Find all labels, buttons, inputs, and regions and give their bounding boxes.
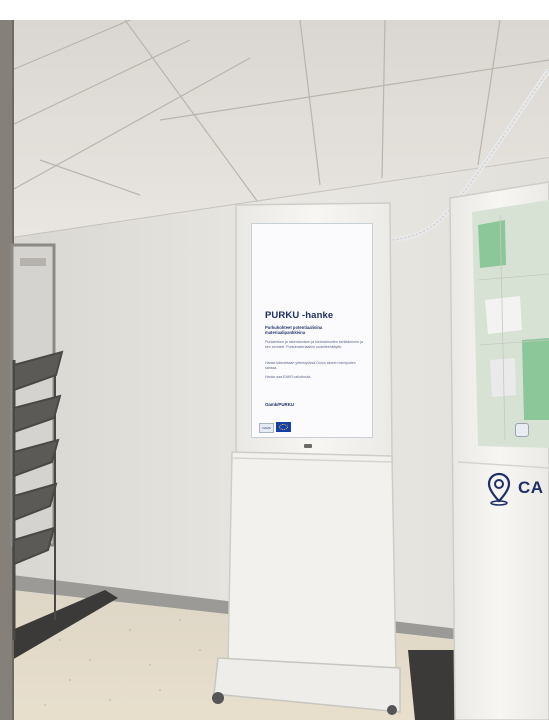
oamk-logo: OAMK (259, 423, 274, 433)
screen-paragraph-3: Hanke saa EAKR-rahoitusta. (265, 375, 311, 379)
kiosk-screen: PURKU -hanke Purkukohteet potentiaalisin… (251, 223, 373, 438)
screen-title: PURKU -hanke (265, 310, 334, 321)
photo-scene: PURKU -hanke Purkukohteet potentiaalisin… (0, 0, 549, 720)
screen-link[interactable]: Oamk/PURKU (265, 402, 294, 407)
screen-subtitle: Purkukohteet potentiaalisina materiaalip… (265, 325, 323, 335)
eu-flag-icon (276, 422, 291, 432)
screen-paragraph-1: Purkamisen ja rakentamisen ja kiertotalo… (265, 340, 363, 349)
location-pin-icon (487, 472, 511, 506)
screen-paragraph-2: Hanke toteutetaan yhteistyössä Oulun alu… (265, 361, 356, 370)
second-kiosk (449, 181, 549, 720)
map-control-button[interactable] (515, 423, 529, 437)
second-kiosk-label: CA (518, 478, 544, 497)
screen-hero-image (252, 224, 372, 298)
